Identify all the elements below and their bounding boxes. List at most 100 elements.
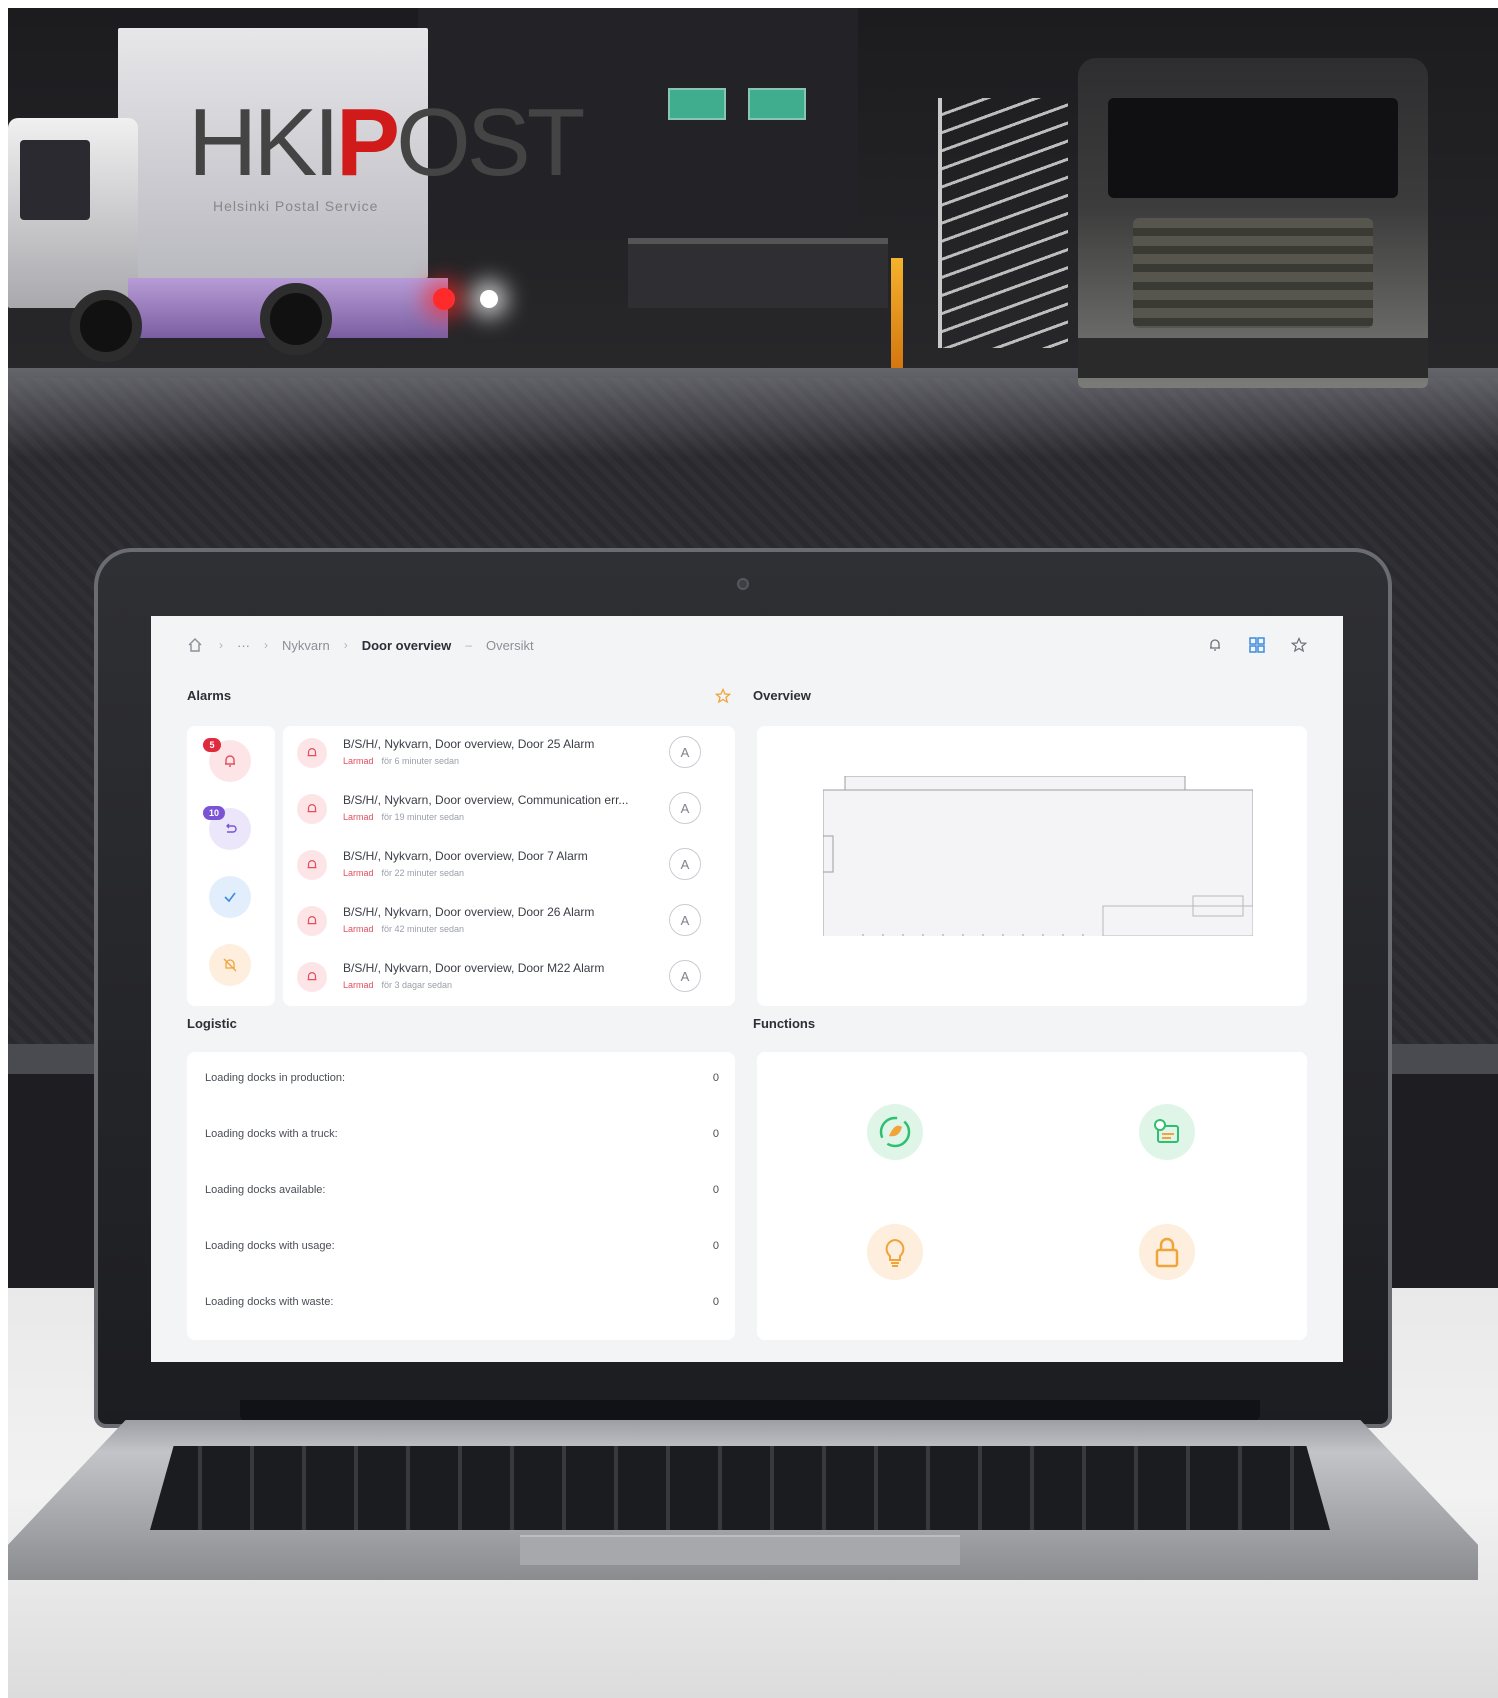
alarm-filter-muted[interactable]: [209, 944, 251, 986]
floor-plan[interactable]: [823, 776, 1253, 936]
logistic-value: 0: [712, 1240, 719, 1252]
logistic-value: 0: [712, 1296, 719, 1308]
logistic-card: Loading docks in production: 0 Loading do…: [187, 1052, 735, 1340]
alarm-filter-acknowledged[interactable]: [209, 876, 251, 918]
alarm-bell-icon: [297, 962, 327, 992]
truck-windshield: [1108, 98, 1398, 198]
alarm-row[interactable]: B/S/H/, Nykvarn, Door overview, Door 26 …: [283, 894, 735, 950]
laptop-hinge: [240, 1400, 1260, 1422]
alarm-status: Larmad: [343, 868, 374, 878]
logistic-row: Loading docks with a truck: 0: [205, 1128, 719, 1148]
alarm-time: för 42 minuter sedan: [381, 924, 465, 934]
logistic-label: Loading docks available:: [205, 1184, 326, 1196]
truck-left: HKIPOST Helsinki Postal Service: [8, 28, 585, 362]
alarm-title: B/S/H/, Nykvarn, Door overview, Door 7 A…: [343, 849, 588, 863]
bollard: [891, 258, 903, 368]
tail-light: [433, 288, 455, 310]
breadcrumb: › ··· › Nykvarn › Door overview – Oversi…: [185, 635, 534, 655]
alarm-title: B/S/H/, Nykvarn, Door overview, Door 26 …: [343, 905, 595, 919]
breadcrumb-site[interactable]: Nykvarn: [282, 638, 330, 653]
truck-grill: [1133, 218, 1373, 328]
app-screen: › ··· › Nykvarn › Door overview – Oversi…: [151, 616, 1343, 1362]
alarms-title: Alarms: [187, 688, 232, 703]
head-light: [480, 290, 498, 308]
alarm-returned-count-badge: 10: [203, 806, 225, 820]
overview-title: Overview: [753, 688, 811, 703]
truck-cab: [8, 118, 138, 308]
logistic-label: Loading docks with usage:: [205, 1240, 335, 1252]
logistic-value: 0: [712, 1072, 719, 1084]
alarm-bell-icon: [297, 906, 327, 936]
wheel: [260, 283, 332, 355]
stairs: [938, 98, 1068, 348]
acknowledge-button[interactable]: A: [669, 792, 701, 824]
acknowledge-button[interactable]: A: [669, 848, 701, 880]
alarm-meta: Larmad för 42 minuter sedan: [343, 924, 464, 934]
logistic-label: Loading docks with waste:: [205, 1296, 334, 1308]
dock-sign: [668, 88, 726, 120]
breadcrumb-separator: ›: [264, 638, 268, 652]
star-icon[interactable]: [1289, 635, 1309, 655]
logistic-label: Loading docks in production:: [205, 1072, 346, 1084]
overview-card: [757, 726, 1307, 1006]
alarm-active-count-badge: 5: [203, 738, 221, 752]
alarm-status: Larmad: [343, 756, 374, 766]
alarm-bell-icon: [297, 850, 327, 880]
laptop-keyboard: [150, 1446, 1330, 1530]
alarm-meta: Larmad för 22 minuter sedan: [343, 868, 464, 878]
logistic-row: Loading docks with usage: 0: [205, 1240, 719, 1260]
breadcrumb-dash: –: [465, 638, 472, 652]
logistic-row: Loading docks with waste: 0: [205, 1296, 719, 1316]
acknowledge-button[interactable]: A: [669, 736, 701, 768]
truck-logo: HKIPOST: [188, 89, 585, 196]
dock-door: [628, 238, 888, 308]
logistic-value: 0: [712, 1184, 719, 1196]
logistic-value: 0: [712, 1128, 719, 1140]
alarm-bell-icon: [297, 738, 327, 768]
breadcrumb-view[interactable]: Oversikt: [486, 638, 534, 653]
acknowledge-button[interactable]: A: [669, 960, 701, 992]
webcam: [737, 578, 749, 590]
grid-icon[interactable]: [1247, 635, 1267, 655]
laptop-trackpad: [520, 1535, 960, 1565]
wheel: [70, 290, 142, 362]
logistic-label: Loading docks with a truck:: [205, 1128, 338, 1140]
logistic-row: Loading docks in production: 0: [205, 1072, 719, 1092]
home-icon[interactable]: [185, 635, 205, 655]
alarm-time: för 6 minuter sedan: [381, 756, 460, 766]
breadcrumb-ellipsis[interactable]: ···: [237, 638, 250, 653]
functions-card: [757, 1052, 1307, 1340]
lock-icon[interactable]: [1139, 1224, 1195, 1280]
truck-bumper: [1078, 338, 1428, 378]
topbar-actions: [1205, 635, 1309, 655]
acknowledge-button[interactable]: A: [669, 904, 701, 936]
logistic-row: Loading docks available: 0: [205, 1184, 719, 1204]
breadcrumb-page[interactable]: Door overview: [362, 638, 452, 653]
breadcrumb-separator: ›: [343, 638, 348, 652]
alarm-time: för 19 minuter sedan: [381, 812, 465, 822]
alarm-filter-panel: 5 10: [187, 726, 275, 1006]
alarm-row[interactable]: B/S/H/, Nykvarn, Door overview, Door 7 A…: [283, 838, 735, 894]
lightbulb-icon[interactable]: [867, 1224, 923, 1280]
functions-title: Functions: [753, 1016, 816, 1031]
alarm-list: B/S/H/, Nykvarn, Door overview, Door 25 …: [283, 726, 735, 1006]
alarm-meta: Larmad för 6 minuter sedan: [343, 756, 459, 766]
alarm-time: för 22 minuter sedan: [381, 868, 465, 878]
alarm-row[interactable]: B/S/H/, Nykvarn, Door overview, Door M22…: [283, 950, 735, 1006]
alarm-time: för 3 dagar sedan: [381, 980, 453, 990]
energy-cycle-icon[interactable]: [867, 1104, 923, 1160]
alarm-status: Larmad: [343, 980, 374, 990]
alarm-meta: Larmad för 3 dagar sedan: [343, 980, 452, 990]
schedule-icon[interactable]: [1139, 1104, 1195, 1160]
alarm-title: B/S/H/, Nykvarn, Door overview, Communic…: [343, 793, 629, 807]
alarm-row[interactable]: B/S/H/, Nykvarn, Door overview, Communic…: [283, 782, 735, 838]
logistic-title: Logistic: [187, 1016, 237, 1031]
alarm-row[interactable]: B/S/H/, Nykvarn, Door overview, Door 25 …: [283, 726, 735, 782]
bell-icon[interactable]: [1205, 635, 1225, 655]
alarm-status: Larmad: [343, 924, 374, 934]
alarm-title: B/S/H/, Nykvarn, Door overview, Door M22…: [343, 961, 605, 975]
favorite-star-icon[interactable]: [713, 686, 733, 706]
dock-sign: [748, 88, 806, 120]
topbar: › ··· › Nykvarn › Door overview – Oversi…: [151, 616, 1343, 674]
alarm-title: B/S/H/, Nykvarn, Door overview, Door 25 …: [343, 737, 595, 751]
